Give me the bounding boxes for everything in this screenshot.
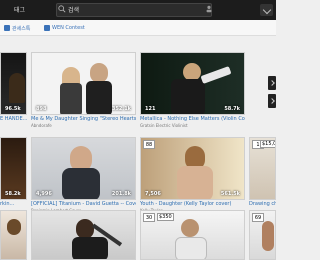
tag-label[interactable]: 태그	[14, 5, 25, 14]
menu-chevron-button[interactable]	[260, 4, 273, 16]
contest-icon[interactable]	[44, 25, 50, 31]
video-title[interactable]: E HANDE...	[0, 116, 27, 122]
view-count: 96.5k	[5, 106, 21, 112]
video-thumbnail[interactable]: 58.2k	[0, 137, 27, 200]
like-count: 7,506	[145, 191, 161, 197]
video-card[interactable]: 88 7,506 561.5k Youth - Daughter (Kelly …	[140, 137, 245, 217]
video-thumbnail[interactable]: 69	[249, 210, 276, 260]
video-thumbnail[interactable]	[31, 210, 136, 260]
link-1[interactable]: 관세스톡	[12, 25, 30, 32]
video-title[interactable]: Metallica - Nothing Else Matters (Violin…	[140, 116, 245, 122]
like-count: 121	[145, 106, 156, 112]
search-icon[interactable]	[58, 5, 66, 13]
video-card[interactable]: 30 $350	[140, 210, 245, 260]
price-badge: $15,000	[260, 140, 275, 148]
view-count: 352.1k	[111, 106, 131, 112]
video-card[interactable]: 4,996 201.8k [OFFICIAL] Titanium - David…	[31, 137, 136, 217]
video-grid: 96.5k E HANDE... 898 352.1k Me & My Daug…	[0, 42, 276, 260]
video-card[interactable]: 58.2k rkin...	[0, 137, 27, 217]
scroll-right-button[interactable]	[268, 94, 276, 108]
share-icon[interactable]	[4, 25, 10, 31]
view-count: 58.2k	[5, 191, 21, 197]
rank-badge: 88	[143, 140, 155, 149]
video-card[interactable]	[0, 210, 27, 260]
search-input[interactable]	[56, 3, 212, 17]
like-count: 898	[36, 106, 47, 112]
video-title[interactable]: Youth - Daughter (Kelly Taylor cover)	[140, 201, 245, 207]
scroll-right-button[interactable]	[268, 76, 276, 90]
video-thumbnail[interactable]: 121 58.7k	[140, 52, 245, 115]
view-count: 561.5k	[220, 191, 240, 197]
view-count: 58.7k	[224, 106, 240, 112]
like-count: 4,996	[36, 191, 52, 197]
video-thumbnail[interactable]: 96.5k	[0, 52, 27, 115]
video-title[interactable]: Drawing chi...	[249, 201, 276, 207]
video-card[interactable]: 69	[249, 210, 276, 260]
view-count: 201.8k	[111, 191, 131, 197]
video-title[interactable]: rkin...	[0, 201, 27, 207]
video-card[interactable]: 898 352.1k Me & My Daughter Singing "Ste…	[31, 52, 136, 132]
video-card[interactable]	[31, 210, 136, 260]
video-title[interactable]: Me & My Daughter Singing "Stereo Hearts"…	[31, 116, 136, 122]
video-title[interactable]: [OFFICIAL] Titanium - David Guetta -- Co…	[31, 201, 136, 207]
link-bar: 관세스톡 WEN Contest	[0, 20, 276, 36]
video-card[interactable]: 96.5k E HANDE...	[0, 52, 27, 132]
channel-name[interactable]: Abndorafe	[31, 123, 52, 128]
rank-badge: 69	[252, 213, 264, 222]
video-thumbnail[interactable]: 30 $350	[140, 210, 245, 260]
video-card[interactable]: 1 $15,000 Drawing chi...	[249, 137, 276, 217]
link-2[interactable]: WEN Contest	[52, 25, 85, 31]
video-card[interactable]: 121 58.7k Metallica - Nothing Else Matte…	[140, 52, 245, 132]
user-icon[interactable]	[205, 5, 213, 13]
price-badge: $350	[157, 213, 174, 221]
search-query[interactable]: 검색	[68, 5, 79, 14]
video-thumbnail[interactable]: 1 $15,000	[249, 137, 276, 200]
video-thumbnail[interactable]	[0, 210, 27, 260]
rank-badge: 30	[143, 213, 155, 222]
video-thumbnail[interactable]: 4,996 201.8k	[31, 137, 136, 200]
channel-name[interactable]: Gratsin Electric Violinist	[140, 123, 188, 128]
video-thumbnail[interactable]: 88 7,506 561.5k	[140, 137, 245, 200]
top-navigation-bar: 태그 검색	[0, 0, 276, 20]
video-thumbnail[interactable]: 898 352.1k	[31, 52, 136, 115]
